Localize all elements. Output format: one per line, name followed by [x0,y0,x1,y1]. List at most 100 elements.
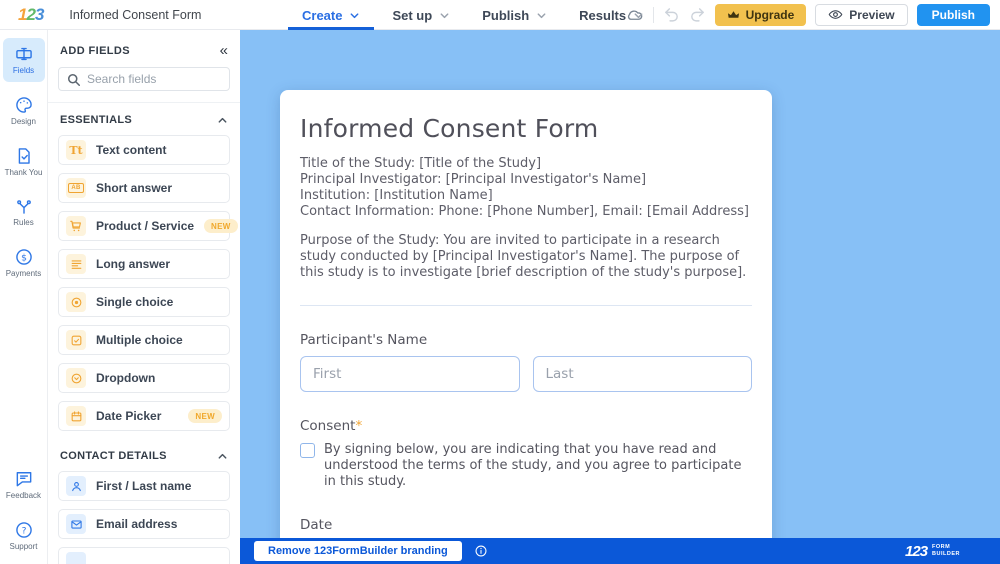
field-type-first-last-name[interactable]: First / Last name [58,471,230,501]
info-icon[interactable] [474,544,488,558]
field-type-label: Multiple choice [96,333,222,347]
participants-name-label[interactable]: Participant's Name [300,332,752,348]
field-type-label: Long answer [96,257,222,271]
payments-icon: $ [14,247,34,267]
phone-icon [66,552,86,564]
add-fields-panel: ADD FIELDS « ESSENTIALS Tt Text content … [48,30,240,564]
rail-item-rules[interactable]: Rules [3,190,45,234]
rail-item-thank-you[interactable]: Thank You [3,140,45,184]
tab-results-label: Results [579,8,626,23]
field-type-label: Short answer [96,181,222,195]
rail-item-payments[interactable]: $ Payments [3,241,45,285]
rail-item-design[interactable]: Design [3,89,45,133]
field-type-label: Text content [96,143,222,157]
form-name-label[interactable]: Informed Consent Form [69,8,201,22]
dropdown-icon [66,368,86,388]
branding-bar: Remove 123FormBuilder branding 123 FORM … [240,538,1000,564]
first-name-input[interactable] [300,356,520,392]
publish-button[interactable]: Publish [917,4,990,26]
panel-title: ADD FIELDS [60,45,130,57]
field-type-product-service[interactable]: Product / Service NEW [58,211,230,241]
tab-results[interactable]: Results [579,0,644,30]
cart-icon [66,216,86,236]
form-card[interactable]: Informed Consent Form Title of the Study… [280,90,772,564]
section-essentials-title: ESSENTIALS [60,114,132,126]
redo-icon[interactable] [689,6,706,23]
rules-icon [14,196,34,216]
rail-item-support[interactable]: ? Support [3,514,45,558]
field-type-partial[interactable] [58,547,230,564]
field-search-box[interactable] [58,67,230,91]
rail-label-design: Design [11,118,36,127]
remove-branding-button[interactable]: Remove 123FormBuilder branding [254,541,462,561]
chevron-down-icon [349,10,360,21]
publish-button-label: Publish [932,8,975,22]
feedback-icon [14,469,34,489]
field-type-label: Single choice [96,295,222,309]
tab-set-up[interactable]: Set up [392,0,450,30]
formbuilder-logo-digits: 123 [905,543,927,560]
consent-text[interactable]: By signing below, you are indicating tha… [324,442,752,491]
consent-row: By signing below, you are indicating tha… [300,442,752,491]
upgrade-button[interactable]: Upgrade [715,4,807,26]
form-canvas: Informed Consent Form Title of the Study… [240,30,1000,564]
section-contact-details-title: CONTACT DETAILS [60,450,167,462]
rail-label-payments: Payments [6,270,42,279]
rail-item-fields[interactable]: Fields [3,38,45,82]
field-type-short-answer[interactable]: AB Short answer [58,173,230,203]
undo-icon[interactable] [663,6,680,23]
preview-label: Preview [849,8,894,22]
thank-you-icon [14,146,34,166]
tab-create-label: Create [302,8,342,23]
field-type-dropdown[interactable]: Dropdown [58,363,230,393]
intro-line: Institution: [Institution Name] [300,188,752,204]
topbar-actions: Upgrade Preview Publish [625,4,990,26]
brand-logo[interactable]: 1 2 3 [18,5,43,25]
field-type-long-answer[interactable]: Long answer [58,249,230,279]
date-label[interactable]: Date [300,517,752,533]
top-bar: 1 2 3 Informed Consent Form Create Set u… [0,0,1000,30]
form-purpose-text[interactable]: Purpose of the Study: You are invited to… [300,233,752,281]
fields-icon [14,44,34,64]
tab-create[interactable]: Create [302,0,360,30]
logo-digit-2: 2 [26,5,34,25]
eye-icon [828,7,843,22]
field-type-multiple-choice[interactable]: Multiple choice [58,325,230,355]
required-asterisk: * [355,418,362,434]
text-content-icon: Tt [66,140,86,160]
design-icon [14,95,34,115]
email-icon [66,514,86,534]
form-divider [300,305,752,306]
preview-button[interactable]: Preview [815,4,907,26]
tab-publish-label: Publish [482,8,529,23]
form-title[interactable]: Informed Consent Form [300,114,752,143]
formbuilder-logo-text: FORM BUILDER [932,544,960,558]
support-icon: ? [14,520,34,540]
field-type-single-choice[interactable]: Single choice [58,287,230,317]
section-contact-details[interactable]: CONTACT DETAILS [58,439,230,471]
rail-item-feedback[interactable]: Feedback [3,463,45,507]
calendar-icon [66,406,86,426]
collapse-panel-icon[interactable]: « [220,43,228,58]
consent-checkbox[interactable] [300,443,315,458]
logo-digit-3: 3 [35,5,43,25]
section-essentials[interactable]: ESSENTIALS [58,103,230,135]
field-type-date-picker[interactable]: Date Picker NEW [58,401,230,431]
tab-publish[interactable]: Publish [482,0,547,30]
search-icon [67,73,80,86]
field-type-email-address[interactable]: Email address [58,509,230,539]
field-type-label: Dropdown [96,371,222,385]
long-answer-icon [66,254,86,274]
field-type-label: Date Picker [96,409,178,423]
search-input[interactable] [87,72,221,86]
svg-text:?: ? [21,526,26,537]
field-type-label: Email address [96,517,222,531]
form-intro-text[interactable]: Title of the Study: [Title of the Study]… [300,156,752,220]
chevron-down-icon [536,10,547,21]
last-name-input[interactable] [533,356,753,392]
new-badge: NEW [204,219,238,233]
field-type-text-content[interactable]: Tt Text content [58,135,230,165]
chevron-up-icon [217,115,228,126]
consent-label[interactable]: Consent* [300,418,752,434]
app-window: 1 2 3 Informed Consent Form Create Set u… [0,0,1000,564]
